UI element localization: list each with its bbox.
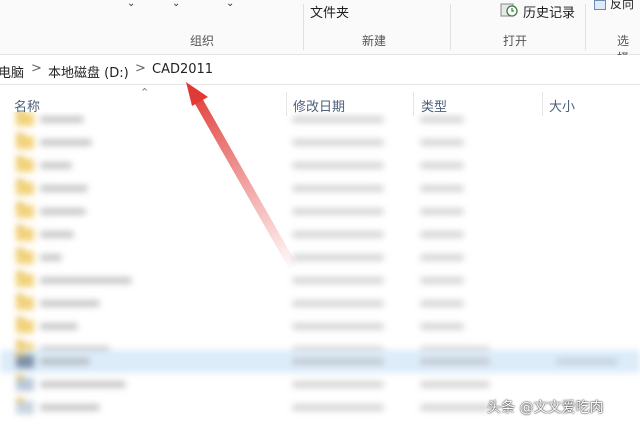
group-divider xyxy=(585,4,586,50)
list-item-type xyxy=(420,277,464,284)
list-item-name xyxy=(40,404,100,411)
list-item-name xyxy=(40,381,126,388)
chevron-right-icon[interactable]: > xyxy=(31,61,42,76)
folder-icon xyxy=(16,271,34,287)
file-icon xyxy=(16,375,34,391)
list-item-name xyxy=(40,277,132,284)
list-item-name xyxy=(40,162,72,169)
list-item[interactable] xyxy=(0,269,640,292)
breadcrumb-cad2011[interactable]: CAD2011 xyxy=(152,62,213,77)
list-item-name xyxy=(40,323,78,330)
list-item-type xyxy=(420,116,464,123)
list-item-name xyxy=(40,300,100,307)
list-item-type xyxy=(420,208,464,215)
address-bar[interactable]: 电脑 > 本地磁盘 (D:) > CAD2011 xyxy=(0,55,640,85)
list-item[interactable] xyxy=(0,223,640,246)
list-item-type xyxy=(420,254,464,261)
list-item-date xyxy=(292,381,384,388)
list-item-name xyxy=(40,231,74,238)
bin-icon xyxy=(594,0,606,10)
dropdown-chevron-icon[interactable]: ⌄ xyxy=(172,0,180,9)
group-label-new: 新建 xyxy=(362,34,387,48)
new-folder-button-label[interactable]: 文件夹 xyxy=(310,2,349,28)
list-item-date xyxy=(292,277,384,284)
list-item[interactable] xyxy=(0,292,640,315)
watermark: 头条 @文文爱吃肉 xyxy=(487,400,604,416)
folder-icon xyxy=(16,112,34,126)
folder-icon xyxy=(16,133,34,149)
group-divider xyxy=(303,4,304,50)
list-item-name xyxy=(40,358,90,365)
chevron-right-icon[interactable]: > xyxy=(135,61,146,76)
list-item-date xyxy=(292,208,384,215)
group-label-organize: 组织 xyxy=(190,34,215,48)
list-item[interactable] xyxy=(0,177,640,200)
file-icon xyxy=(16,352,34,368)
dropdown-chevron-icon[interactable]: ⌄ xyxy=(226,0,234,9)
dropdown-chevron-icon[interactable]: ⌄ xyxy=(127,0,135,9)
list-item-date xyxy=(292,139,384,146)
folder-icon xyxy=(16,156,34,172)
list-item[interactable] xyxy=(0,154,640,177)
list-item-type xyxy=(420,139,464,146)
list-item-selected[interactable] xyxy=(0,350,640,373)
breadcrumb-this-pc[interactable]: 电脑 xyxy=(0,62,24,81)
folder-icon xyxy=(16,294,34,310)
list-item[interactable] xyxy=(0,131,640,154)
file-list[interactable] xyxy=(0,112,640,427)
list-item-type xyxy=(420,185,464,192)
history-icon xyxy=(500,3,518,17)
list-item-name xyxy=(40,139,92,146)
list-item[interactable] xyxy=(0,246,640,269)
list-item-type xyxy=(420,358,490,365)
list-item-type xyxy=(420,231,464,238)
list-item-date xyxy=(292,323,384,330)
group-divider xyxy=(450,4,451,50)
list-item-name xyxy=(40,254,62,261)
list-item-name xyxy=(40,185,88,192)
list-item-type xyxy=(420,381,490,388)
reverse-select-button[interactable]: 反向 xyxy=(610,0,634,21)
list-item-name xyxy=(40,116,84,123)
ribbon: ⌄ ⌄ ⌄ 文件夹 历史记录 反向 组织 新建 打开 选择 xyxy=(0,0,640,65)
list-item-date xyxy=(292,231,384,238)
list-item-date xyxy=(292,404,384,411)
list-item-size xyxy=(556,358,618,365)
list-item-date xyxy=(292,300,384,307)
list-item[interactable] xyxy=(0,315,640,338)
list-item-type xyxy=(420,300,464,307)
list-item-type xyxy=(420,323,464,330)
folder-icon xyxy=(16,179,34,195)
folder-icon xyxy=(16,202,34,218)
list-item[interactable] xyxy=(0,200,640,223)
list-item-type xyxy=(420,404,490,411)
sort-caret-icon: ⌃ xyxy=(140,86,150,99)
history-button[interactable]: 历史记录 xyxy=(523,2,575,28)
list-item-date xyxy=(292,162,384,169)
file-icon xyxy=(16,398,34,414)
list-item-name xyxy=(40,208,86,215)
breadcrumb-drive-d[interactable]: 本地磁盘 (D:) xyxy=(48,62,129,81)
list-item-date xyxy=(292,116,384,123)
list-item-date xyxy=(292,358,384,365)
folder-icon xyxy=(16,317,34,333)
folder-icon xyxy=(16,225,34,241)
group-label-open: 打开 xyxy=(503,34,528,48)
list-item[interactable] xyxy=(0,373,640,396)
list-item-type xyxy=(420,162,464,169)
folder-icon xyxy=(16,248,34,264)
list-item-date xyxy=(292,185,384,192)
list-item-date xyxy=(292,254,384,261)
blurred-file-rows xyxy=(0,112,640,427)
list-item[interactable] xyxy=(0,112,640,131)
